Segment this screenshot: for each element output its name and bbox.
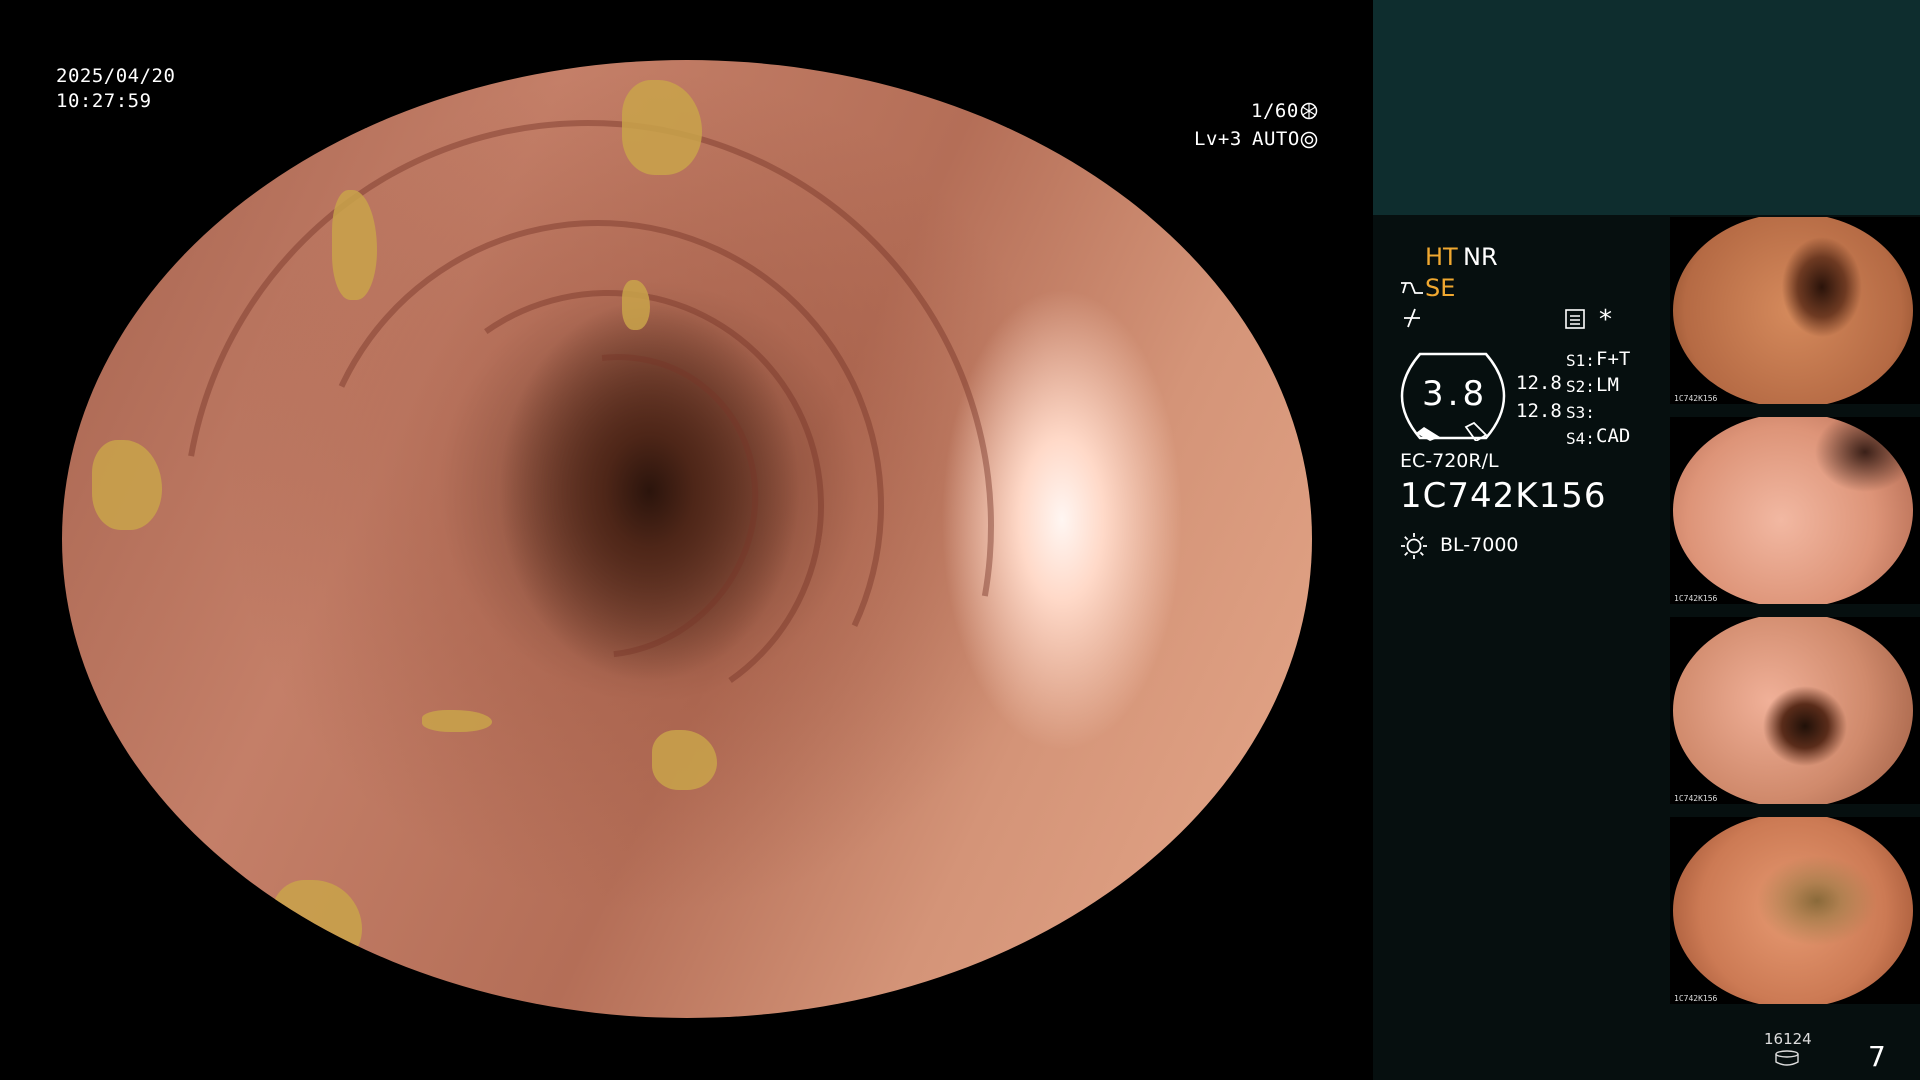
endoscope-main-view bbox=[62, 60, 1312, 1018]
iris-mode: AUTO bbox=[1252, 128, 1300, 150]
exam-date: 2025/04/20 bbox=[56, 65, 176, 87]
storage-icon bbox=[1775, 1050, 1799, 1066]
thumbnail-image bbox=[1673, 217, 1913, 404]
capture-thumbnail-2[interactable]: 1C742K156 bbox=[1670, 417, 1920, 604]
light-source-label: BL-7000 bbox=[1440, 534, 1519, 556]
shutter-icon bbox=[1300, 102, 1318, 120]
shutter-speed: 1/60 bbox=[1251, 100, 1299, 122]
color-mode-icon bbox=[1404, 308, 1420, 328]
image-count: 7 bbox=[1868, 1040, 1886, 1073]
capture-thumbnail-3[interactable]: 1C742K156 bbox=[1670, 617, 1920, 804]
thumbnail-image bbox=[1673, 417, 1913, 604]
s4-value: CAD bbox=[1596, 425, 1631, 447]
mask-bottom bbox=[0, 1018, 1370, 1080]
capture-thumbnail-4[interactable]: 1C742K156 bbox=[1670, 817, 1920, 1004]
light-source-icon bbox=[1401, 533, 1427, 559]
ht-indicator: HT bbox=[1425, 243, 1458, 271]
thumbnail-image bbox=[1673, 617, 1913, 804]
enhance-icon bbox=[1401, 282, 1423, 294]
readout-b: 12.8 bbox=[1516, 400, 1562, 422]
scope-serial: 1C742K156 bbox=[1400, 476, 1607, 516]
storage-count: 16124 bbox=[1764, 1030, 1812, 1048]
mask-top bbox=[0, 0, 1370, 60]
nr-indicator: NR bbox=[1463, 243, 1498, 271]
s1-value: F+T bbox=[1596, 348, 1631, 370]
capture-thumbnail-1[interactable]: 1C742K156 bbox=[1670, 217, 1920, 404]
s2-value: LM bbox=[1596, 374, 1619, 396]
thumbnail-label: 1C742K156 bbox=[1674, 394, 1718, 403]
s1-key: S1: bbox=[1566, 351, 1595, 370]
star-indicator: * bbox=[1599, 305, 1612, 335]
brightness-level: Lv+3 bbox=[1194, 128, 1242, 150]
thumbnail-image bbox=[1673, 817, 1913, 1004]
s4-key: S4: bbox=[1566, 429, 1595, 448]
thumbnail-label: 1C742K156 bbox=[1674, 794, 1718, 803]
debris-spot bbox=[622, 280, 650, 330]
panel-header-area bbox=[1373, 0, 1920, 215]
iris-icon bbox=[1300, 131, 1318, 149]
se-indicator: SE bbox=[1425, 274, 1456, 302]
s2-key: S2: bbox=[1566, 377, 1595, 396]
s3-key: S3: bbox=[1566, 403, 1595, 422]
readout-a: 12.8 bbox=[1516, 372, 1562, 394]
thumbnail-label: 1C742K156 bbox=[1674, 594, 1718, 603]
thumbnail-label: 1C742K156 bbox=[1674, 994, 1718, 1003]
debris-spot bbox=[422, 710, 492, 732]
scope-model: EC-720R/L bbox=[1400, 450, 1499, 472]
exam-time: 10:27:59 bbox=[56, 90, 152, 112]
gauge-value: 3.8 bbox=[1422, 374, 1489, 414]
recording-icon bbox=[1565, 309, 1585, 329]
